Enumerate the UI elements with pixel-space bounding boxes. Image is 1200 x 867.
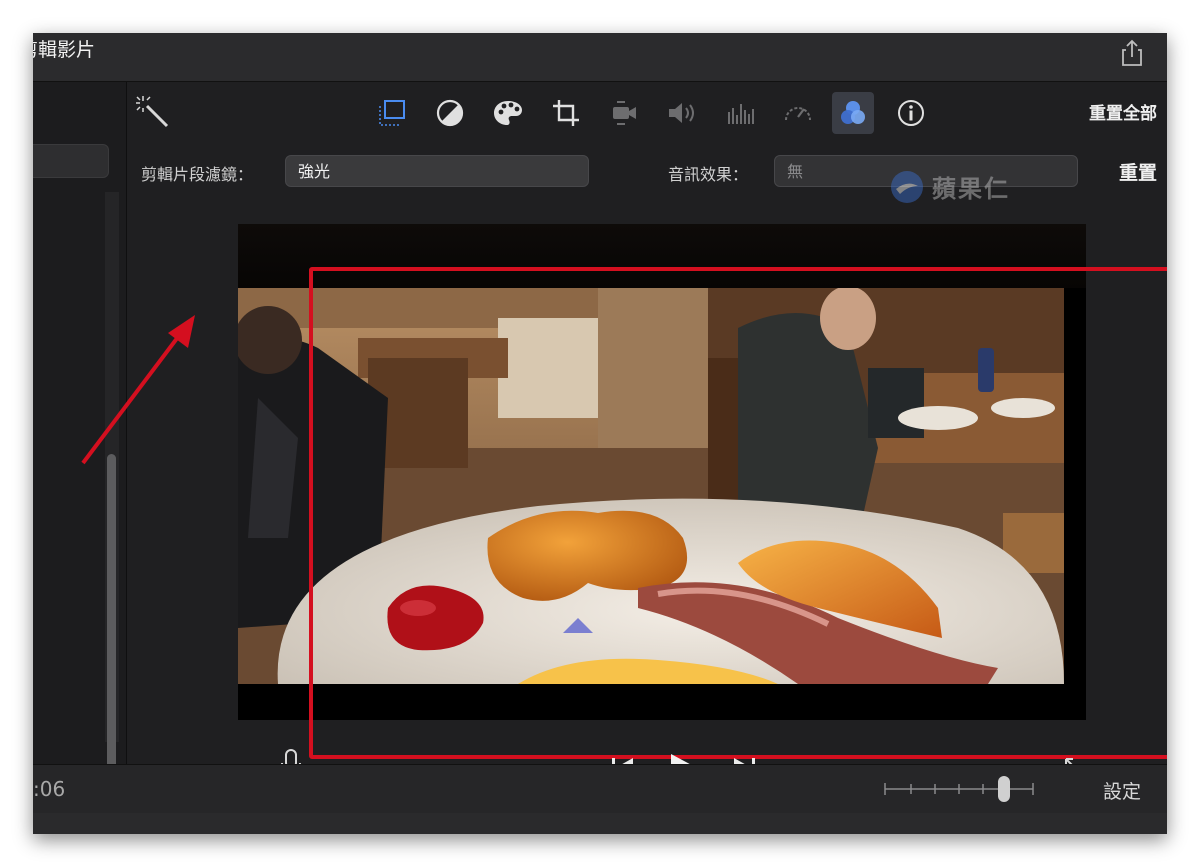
timeline-header: :06 設定: [33, 764, 1167, 813]
clip-filter-select[interactable]: 強光: [285, 155, 589, 187]
audio-effect-label: 音訊效果：: [668, 165, 749, 184]
volume-icon[interactable]: [661, 92, 703, 134]
reset-all-button[interactable]: 重置全部: [1089, 99, 1157, 124]
annotation-highlight-box: [309, 267, 1167, 759]
watermark-logo-icon: [891, 170, 923, 203]
watermark-text: 蘋果仁: [932, 175, 1010, 203]
window-title: 剪輯影片: [33, 39, 96, 61]
timecode: :06: [33, 777, 66, 801]
imovie-window: 剪輯影片: [33, 33, 1167, 834]
zoom-slider[interactable]: [883, 775, 1035, 803]
timeline-strip: [33, 813, 1167, 834]
info-icon[interactable]: [890, 92, 932, 134]
clip-filter-label: 剪輯片段濾鏡：: [141, 165, 254, 184]
color-palette-icon[interactable]: [487, 92, 529, 134]
watermark: 蘋果仁: [890, 169, 1010, 204]
crop-icon[interactable]: [545, 92, 587, 134]
title-bar: 剪輯影片: [33, 33, 1167, 82]
color-balance-icon[interactable]: [429, 92, 471, 134]
annotation-arrow: [73, 303, 213, 477]
filters-icon[interactable]: [832, 92, 874, 134]
stabilization-icon[interactable]: [603, 92, 645, 134]
share-icon[interactable]: [1119, 39, 1145, 67]
magic-wand-icon[interactable]: [135, 94, 171, 130]
equalizer-icon[interactable]: [719, 92, 761, 134]
sidebar-search-field[interactable]: [33, 144, 109, 178]
crop-to-fill-icon[interactable]: [371, 92, 413, 134]
settings-button[interactable]: 設定: [1103, 777, 1141, 804]
sidebar-scrollbar[interactable]: [107, 454, 116, 784]
speed-icon[interactable]: [777, 92, 819, 134]
reset-button[interactable]: 重置: [1119, 158, 1157, 185]
inspector-viewer-pane: 重置全部 剪輯片段濾鏡： 強光 音訊效果： 無 重置 蘋果仁: [81, 82, 1167, 784]
